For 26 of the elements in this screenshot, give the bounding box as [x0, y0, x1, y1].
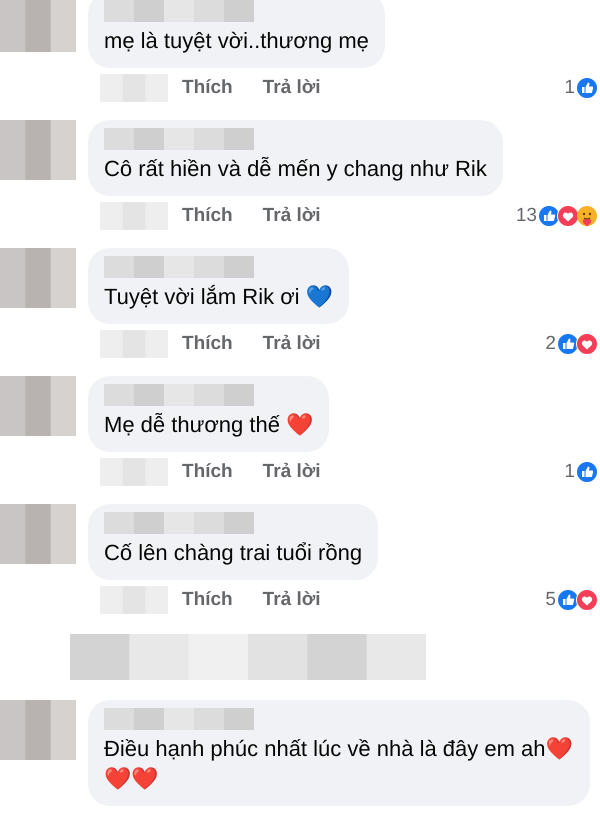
reply-button[interactable]: Trả lời: [262, 589, 321, 611]
comment-text: Cô rất hiền và dễ mến y chang như Rik: [104, 155, 487, 183]
comment-text: Mẹ dễ thương thế ❤: [104, 411, 314, 439]
like-button[interactable]: Thích: [182, 589, 233, 611]
like-button[interactable]: Thích: [182, 205, 233, 227]
comment-text: Tuyệt vời lắm Rik ơi 💙: [104, 283, 333, 311]
reply-button[interactable]: Trả lời: [262, 77, 321, 99]
reaction-count: 1: [564, 77, 575, 99]
reaction-count: 5: [545, 589, 556, 611]
comment-text: Cố lên chàng trai tuổi rồng: [104, 539, 362, 567]
reaction-count: 13: [516, 205, 537, 227]
reply-button[interactable]: Trả lời: [262, 333, 321, 355]
comment-text: Điều hạnh phúc nhất lúc về nhà là đây em ah❤❤❤: [104, 735, 574, 793]
comment-text: mẹ là tuyệt vời..thương mẹ: [104, 27, 369, 55]
like-button[interactable]: Thích: [182, 77, 233, 99]
reaction-count: 1: [564, 461, 575, 483]
blurred-timestamp: [100, 74, 168, 102]
like-button[interactable]: Thích: [182, 333, 233, 355]
reply-button[interactable]: Trả lời: [262, 205, 321, 227]
blurred-timestamp: [100, 458, 168, 486]
like-button[interactable]: Thích: [182, 461, 233, 483]
blurred-timestamp: [100, 330, 168, 358]
reply-button[interactable]: Trả lời: [262, 461, 321, 483]
blurred-timestamp: [100, 586, 168, 614]
blurred-timestamp: [100, 202, 168, 230]
reaction-count: 2: [545, 333, 556, 355]
